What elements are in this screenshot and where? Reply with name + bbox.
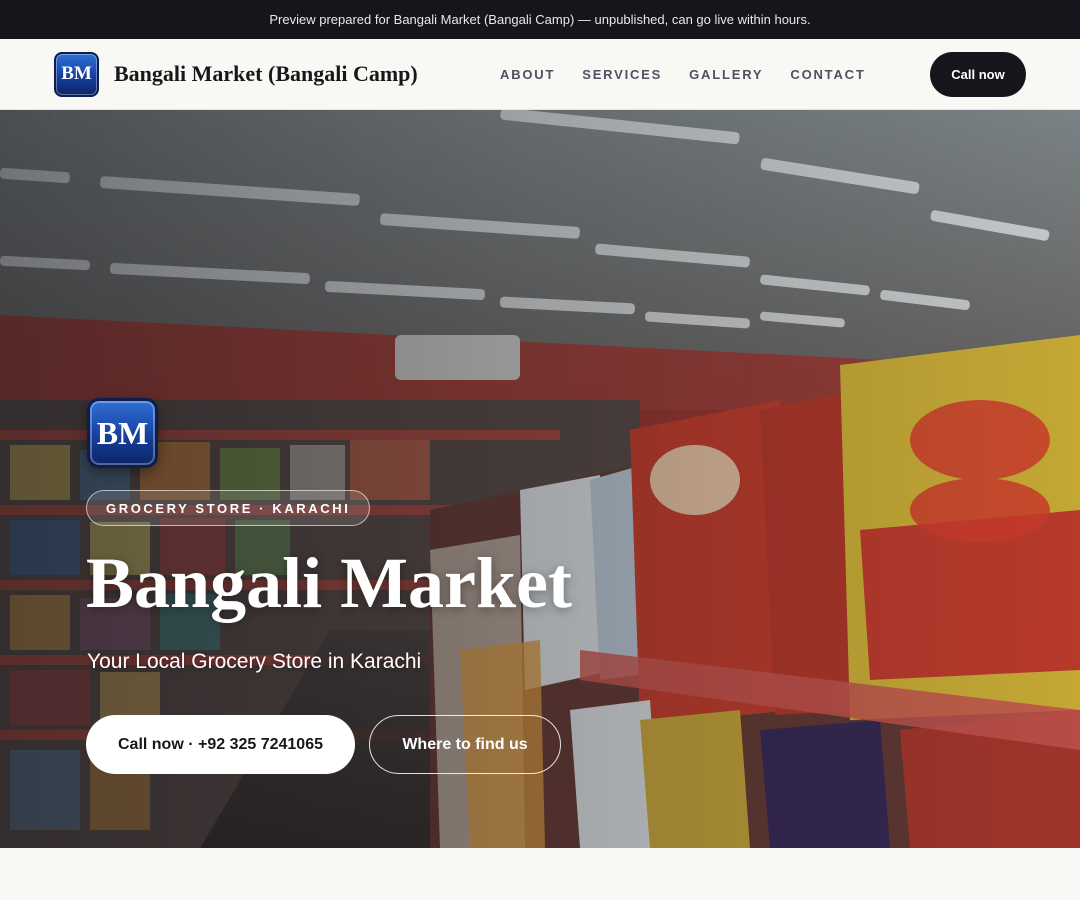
- brand-logo-initials: BM: [61, 63, 92, 84]
- header-call-button[interactable]: Call now: [930, 52, 1026, 97]
- nav-gallery[interactable]: GALLERY: [689, 67, 763, 82]
- main-nav: ABOUT SERVICES GALLERY CONTACT: [500, 39, 866, 110]
- brand-logo-icon[interactable]: BM: [54, 51, 99, 97]
- call-phone-button[interactable]: Call now · +92 325 7241065: [86, 715, 355, 774]
- hero-subtitle: Your Local Grocery Store in Karachi: [87, 650, 422, 673]
- hero-section: BM GROCERY STORE · KARACHI Bangali Marke…: [0, 110, 1080, 848]
- hero-logo-initials: BM: [96, 414, 149, 451]
- site-header: BM Bangali Market (Bangali Camp) ABOUT S…: [0, 39, 1080, 110]
- hero-title: Bangali Market: [86, 543, 572, 623]
- nav-services[interactable]: SERVICES: [582, 67, 662, 82]
- nav-contact[interactable]: CONTACT: [790, 67, 865, 82]
- category-badge: GROCERY STORE · KARACHI: [86, 490, 371, 526]
- hero-logo-icon: BM: [87, 398, 158, 468]
- brand-name[interactable]: Bangali Market (Bangali Camp): [114, 61, 418, 87]
- preview-banner: Preview prepared for Bangali Market (Ban…: [0, 0, 1080, 39]
- find-us-button[interactable]: Where to find us: [369, 715, 561, 774]
- nav-about[interactable]: ABOUT: [500, 67, 555, 82]
- preview-banner-text: Preview prepared for Bangali Market (Ban…: [269, 12, 811, 27]
